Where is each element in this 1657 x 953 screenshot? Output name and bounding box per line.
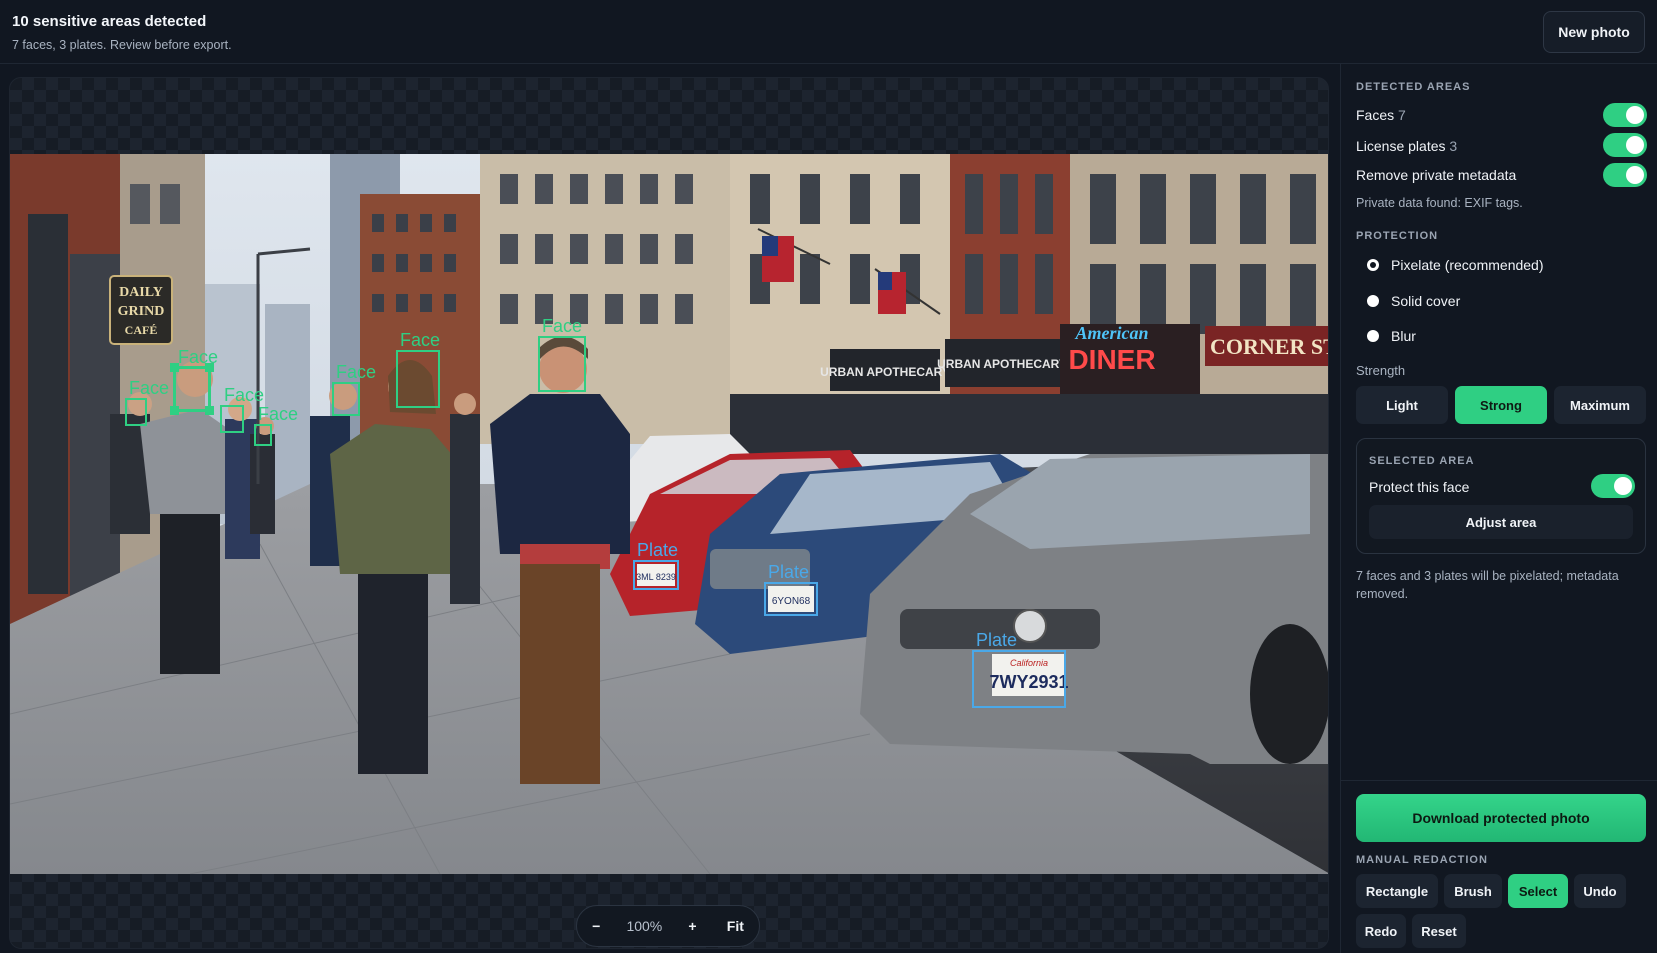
page-subtitle: 7 faces, 3 plates. Review before export.	[12, 38, 232, 52]
top-bar: 10 sensitive areas detected 7 faces, 3 p…	[0, 0, 1657, 64]
face-box[interactable]: Face	[220, 385, 264, 433]
page-title: 10 sensitive areas detected	[12, 13, 207, 30]
sign-corner: CORNER STORE	[1210, 334, 1329, 359]
photo: DAILY GRIND CAFÉ URBAN APOTHECARY URBAN …	[10, 154, 1329, 874]
radio-blur[interactable]: Blur	[1367, 328, 1416, 344]
new-photo-button[interactable]: New photo	[1543, 11, 1645, 53]
strength-label: Strength	[1356, 363, 1406, 378]
resize-handle[interactable]	[205, 363, 214, 372]
brush-tool-button[interactable]: Brush	[1444, 874, 1502, 908]
radio-dot	[1367, 259, 1379, 271]
radio-pixelate[interactable]: Pixelate (recommended)	[1367, 257, 1544, 273]
protection-heading: PROTECTION	[1356, 230, 1439, 242]
selected-area-panel: SELECTED AREA Protect this face Adjust a…	[1356, 438, 1646, 554]
plate-box[interactable]: Plate	[633, 540, 679, 590]
plates-count: 3	[1449, 138, 1458, 154]
strength-maximum-button[interactable]: Maximum	[1554, 386, 1646, 424]
sign-cafe: CAFÉ	[125, 323, 158, 337]
street-photo: DAILY GRIND CAFÉ URBAN APOTHECARY URBAN …	[10, 154, 1329, 874]
export-summary: 7 faces and 3 plates will be pixelated; …	[1356, 569, 1619, 601]
resize-handle[interactable]	[170, 363, 179, 372]
zoom-level: 100%	[626, 918, 663, 934]
zoom-out-button[interactable]: −	[588, 918, 604, 934]
zoom-in-button[interactable]: +	[684, 918, 700, 934]
fit-button[interactable]: Fit	[723, 918, 748, 934]
strength-strong-button[interactable]: Strong	[1455, 386, 1547, 424]
metadata-toggle[interactable]	[1603, 163, 1647, 187]
face-box-selected[interactable]: Face	[170, 347, 218, 415]
faces-row: Faces 7	[1356, 107, 1406, 123]
faces-label: Faces	[1356, 107, 1395, 123]
toggle-knob	[1626, 136, 1644, 154]
radio-dot	[1367, 330, 1379, 342]
toggle-knob	[1614, 477, 1632, 495]
strength-light-button[interactable]: Light	[1356, 386, 1448, 424]
zoom-controls: − 100% + Fit	[576, 905, 760, 947]
metadata-note: Private data found: EXIF tags.	[1356, 196, 1523, 210]
rectangle-tool-button[interactable]: Rectangle	[1356, 874, 1438, 908]
face-box-label: Face	[224, 385, 265, 405]
protect-face-toggle[interactable]	[1591, 474, 1635, 498]
radio-solid-cover[interactable]: Solid cover	[1367, 293, 1460, 309]
radio-label: Blur	[1391, 328, 1416, 344]
face-box-label: Face	[129, 378, 170, 398]
adjust-area-button[interactable]: Adjust area	[1369, 505, 1633, 539]
face-box-label: Face	[258, 404, 299, 424]
resize-handle[interactable]	[205, 406, 214, 415]
sign-apothecary-1: URBAN APOTHECARY	[820, 365, 950, 379]
faces-toggle[interactable]	[1603, 103, 1647, 127]
plates-row: License plates 3	[1356, 138, 1457, 154]
sign-grind: GRIND	[118, 304, 165, 319]
image-canvas[interactable]: DAILY GRIND CAFÉ URBAN APOTHECARY URBAN …	[9, 77, 1329, 949]
sign-diner: DINER	[1068, 344, 1155, 375]
download-button[interactable]: Download protected photo	[1356, 794, 1646, 842]
protect-face-label: Protect this face	[1369, 479, 1470, 495]
plate-box[interactable]: Plate	[764, 562, 818, 616]
redo-button[interactable]: Redo	[1356, 914, 1406, 948]
reset-button[interactable]: Reset	[1412, 914, 1466, 948]
sign-apothecary-2: URBAN APOTHECARY	[937, 357, 1067, 371]
face-box[interactable]: Face	[538, 316, 586, 392]
undo-button[interactable]: Undo	[1574, 874, 1626, 908]
face-box[interactable]: Face	[254, 404, 298, 446]
plate-box-label: Plate	[976, 630, 1018, 650]
sign-daily: DAILY	[119, 285, 163, 300]
face-box[interactable]: Face	[396, 330, 440, 408]
metadata-label: Remove private metadata	[1356, 167, 1517, 183]
toggle-knob	[1626, 106, 1644, 124]
face-box-label: Face	[400, 330, 441, 350]
radio-label: Solid cover	[1391, 293, 1461, 309]
plate-box-label: Plate	[768, 562, 810, 582]
settings-sidebar: DETECTED AREAS Faces 7 License plates 3 …	[1340, 64, 1657, 953]
radio-dot	[1367, 295, 1379, 307]
face-box-label: Face	[336, 362, 377, 382]
toggle-knob	[1626, 166, 1644, 184]
sign-american: American	[1074, 323, 1148, 343]
divider	[1341, 780, 1657, 781]
detected-areas-heading: DETECTED AREAS	[1356, 81, 1471, 93]
resize-handle[interactable]	[170, 406, 179, 415]
plate-box[interactable]: Plate	[972, 630, 1066, 708]
plate-box-label: Plate	[637, 540, 679, 560]
face-box-label: Face	[542, 316, 583, 336]
plates-toggle[interactable]	[1603, 133, 1647, 157]
selected-area-heading: SELECTED AREA	[1369, 455, 1475, 467]
manual-redaction-heading: MANUAL REDACTION	[1356, 854, 1488, 866]
plates-label: License plates	[1356, 138, 1446, 154]
face-box[interactable]: Face	[125, 378, 169, 426]
face-box[interactable]: Face	[332, 362, 376, 416]
select-tool-button[interactable]: Select	[1508, 874, 1568, 908]
radio-label: Pixelate (recommended)	[1391, 257, 1544, 273]
faces-count: 7	[1398, 107, 1406, 123]
